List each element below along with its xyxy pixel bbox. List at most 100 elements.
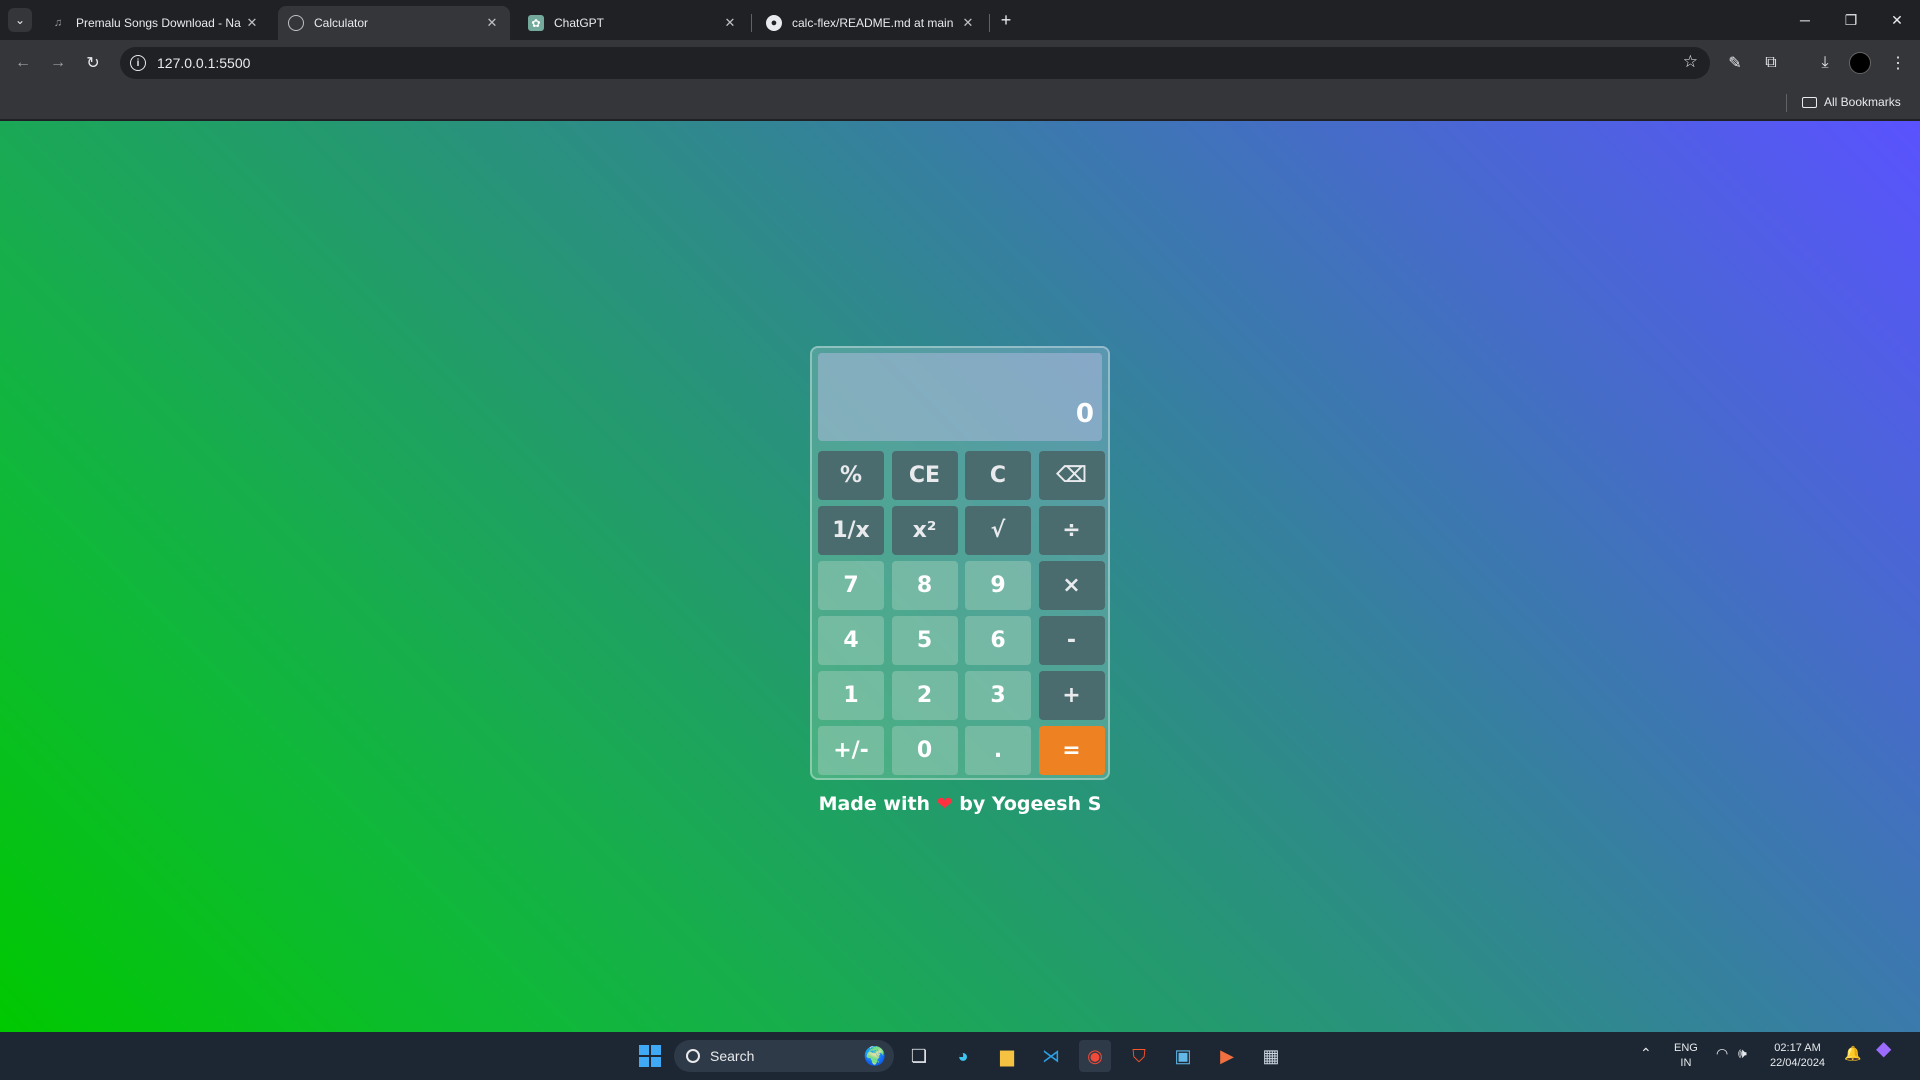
- edge-icon[interactable]: ◕: [947, 1040, 979, 1072]
- close-icon[interactable]: ✕: [960, 15, 976, 31]
- info-icon[interactable]: i: [130, 55, 146, 71]
- close-window-button[interactable]: ✕: [1874, 0, 1920, 40]
- subtract-button[interactable]: -: [1038, 616, 1105, 665]
- digit-9-button[interactable]: 9: [965, 561, 1031, 610]
- avatar[interactable]: [1849, 52, 1871, 74]
- arrow-left-icon: ←: [15, 54, 31, 71]
- clock[interactable]: 02:17 AM 22/04/2024: [1770, 1041, 1825, 1071]
- music-icon: ♫: [53, 17, 63, 29]
- heart-icon: ❤: [936, 793, 953, 815]
- date-label: 22/04/2024: [1770, 1057, 1826, 1069]
- remote-desktop-icon[interactable]: ▣: [1167, 1040, 1199, 1072]
- reload-icon: ↻: [86, 55, 100, 72]
- multiply-button[interactable]: ×: [1038, 561, 1105, 610]
- backspace-button[interactable]: ⌫: [1038, 451, 1105, 500]
- minimize-icon: ─: [1800, 12, 1810, 28]
- time-label: 02:17 AM: [1774, 1042, 1821, 1054]
- digit-6-button[interactable]: 6: [965, 616, 1031, 665]
- star-icon[interactable]: ☆: [1683, 52, 1698, 72]
- region-label: IN: [1680, 1057, 1692, 1069]
- credit-footer: Made with ❤ by Yogeesh S: [0, 793, 1920, 815]
- download-icon[interactable]: ⤓: [1812, 50, 1838, 76]
- eyedropper-icon[interactable]: ✎: [1722, 50, 1748, 76]
- bookmarks-bar: All Bookmarks: [0, 86, 1920, 120]
- page-background: 0 % CE C ⌫ 1/x x² √ ÷ 7 8 9 × 4 5 6 - 1 …: [0, 121, 1920, 1032]
- divide-button[interactable]: ÷: [1038, 506, 1105, 555]
- tab-github[interactable]: ● calc-flex/README.md at main ✕: [756, 6, 986, 40]
- reciprocal-button[interactable]: 1/x: [818, 506, 884, 555]
- keypad: % CE C ⌫ 1/x x² √ ÷ 7 8 9 × 4 5 6 - 1 2 …: [818, 451, 1106, 775]
- close-icon[interactable]: ✕: [722, 15, 738, 31]
- volume-icon[interactable]: 🕪: [1738, 1046, 1747, 1061]
- tab-title: calc-flex/README.md at main: [792, 16, 954, 30]
- tab-search-button[interactable]: ⌄: [8, 8, 32, 32]
- taskbar: Search 🌍 ❏ ◕ ▆ ⋊ ◉ ⛉ ▣ ▶ ▦ ⌃ ENG IN ◠ 🕪 …: [0, 1032, 1920, 1080]
- digit-8-button[interactable]: 8: [891, 561, 958, 610]
- address-bar[interactable]: i 127.0.0.1:5500 ☆: [120, 47, 1710, 79]
- brave-icon[interactable]: ⛉: [1123, 1040, 1155, 1072]
- restore-button[interactable]: ❐: [1828, 0, 1874, 40]
- tab-title: ChatGPT: [554, 16, 605, 30]
- negate-button[interactable]: +/-: [818, 726, 884, 775]
- tab-separator: [989, 14, 990, 32]
- digit-1-button[interactable]: 1: [818, 671, 884, 720]
- task-view-icon[interactable]: ❏: [903, 1040, 935, 1072]
- close-icon[interactable]: ✕: [484, 15, 500, 31]
- lang-label: ENG: [1674, 1042, 1698, 1054]
- wifi-icon[interactable]: ◠: [1716, 1046, 1728, 1061]
- digit-7-button[interactable]: 7: [818, 561, 884, 610]
- globe-highlight-icon: 🌍: [863, 1045, 886, 1066]
- back-button[interactable]: ←: [8, 48, 38, 78]
- add-button[interactable]: +: [1038, 671, 1105, 720]
- language-indicator[interactable]: ENG IN: [1674, 1041, 1698, 1071]
- start-button[interactable]: [634, 1040, 666, 1072]
- browser-toolbar: ← → ↻ i 127.0.0.1:5500 ☆ ✎ ⧉ ⤓ ⋮: [0, 40, 1920, 86]
- windows-icon: [639, 1045, 661, 1067]
- more-menu-icon[interactable]: ⋮: [1885, 50, 1911, 76]
- extensions-icon[interactable]: ⧉: [1758, 50, 1784, 76]
- restore-icon: ❐: [1844, 11, 1858, 28]
- percent-button[interactable]: %: [818, 451, 884, 500]
- all-bookmarks-button[interactable]: All Bookmarks: [1802, 95, 1901, 109]
- minimize-button[interactable]: ─: [1782, 0, 1828, 40]
- equals-button[interactable]: =: [1038, 726, 1105, 775]
- clear-entry-button[interactable]: CE: [891, 451, 958, 500]
- tab-strip: ⌄ ♫ Premalu Songs Download - Na ✕ Calcul…: [0, 0, 1920, 40]
- tab-chatgpt[interactable]: ✿ ChatGPT ✕: [518, 6, 748, 40]
- clear-button[interactable]: C: [965, 451, 1031, 500]
- calculator: 0 % CE C ⌫ 1/x x² √ ÷ 7 8 9 × 4 5 6 - 1 …: [810, 346, 1110, 780]
- bell-icon[interactable]: 🔔: [1844, 1046, 1861, 1061]
- tab-separator: [751, 14, 752, 32]
- footer-text: Made with: [818, 793, 931, 815]
- square-button[interactable]: x²: [891, 506, 958, 555]
- tab-premalu[interactable]: ♫ Premalu Songs Download - Na ✕: [40, 6, 270, 40]
- search-icon: [686, 1049, 700, 1063]
- tab-title: Premalu Songs Download - Na: [76, 16, 241, 30]
- chatgpt-icon: ✿: [528, 15, 544, 31]
- forward-button[interactable]: →: [43, 48, 73, 78]
- vscode-icon[interactable]: ⋊: [1035, 1040, 1067, 1072]
- decimal-button[interactable]: .: [965, 726, 1031, 775]
- copilot-icon[interactable]: ◆: [1876, 1039, 1891, 1059]
- chrome-icon[interactable]: ◉: [1079, 1040, 1111, 1072]
- bookmarks-separator: [1786, 94, 1787, 112]
- digit-0-button[interactable]: 0: [891, 726, 958, 775]
- arrow-right-icon: →: [50, 54, 66, 71]
- url-text[interactable]: 127.0.0.1:5500: [157, 55, 250, 71]
- digit-5-button[interactable]: 5: [891, 616, 958, 665]
- close-icon: ✕: [1891, 11, 1903, 28]
- media-player-icon[interactable]: ▶: [1211, 1040, 1243, 1072]
- calculator-app-icon[interactable]: ▦: [1255, 1040, 1287, 1072]
- chevron-up-icon[interactable]: ⌃: [1640, 1046, 1652, 1061]
- reload-button[interactable]: ↻: [78, 48, 108, 78]
- digit-2-button[interactable]: 2: [891, 671, 958, 720]
- close-icon[interactable]: ✕: [244, 15, 260, 31]
- sqrt-button[interactable]: √: [965, 506, 1031, 555]
- file-explorer-icon[interactable]: ▆: [991, 1040, 1023, 1072]
- digit-4-button[interactable]: 4: [818, 616, 884, 665]
- tab-calculator[interactable]: Calculator ✕: [278, 6, 510, 40]
- chevron-down-icon: ⌄: [14, 13, 26, 27]
- new-tab-button[interactable]: +: [994, 8, 1018, 32]
- digit-3-button[interactable]: 3: [965, 671, 1031, 720]
- taskbar-search[interactable]: Search 🌍: [674, 1040, 894, 1072]
